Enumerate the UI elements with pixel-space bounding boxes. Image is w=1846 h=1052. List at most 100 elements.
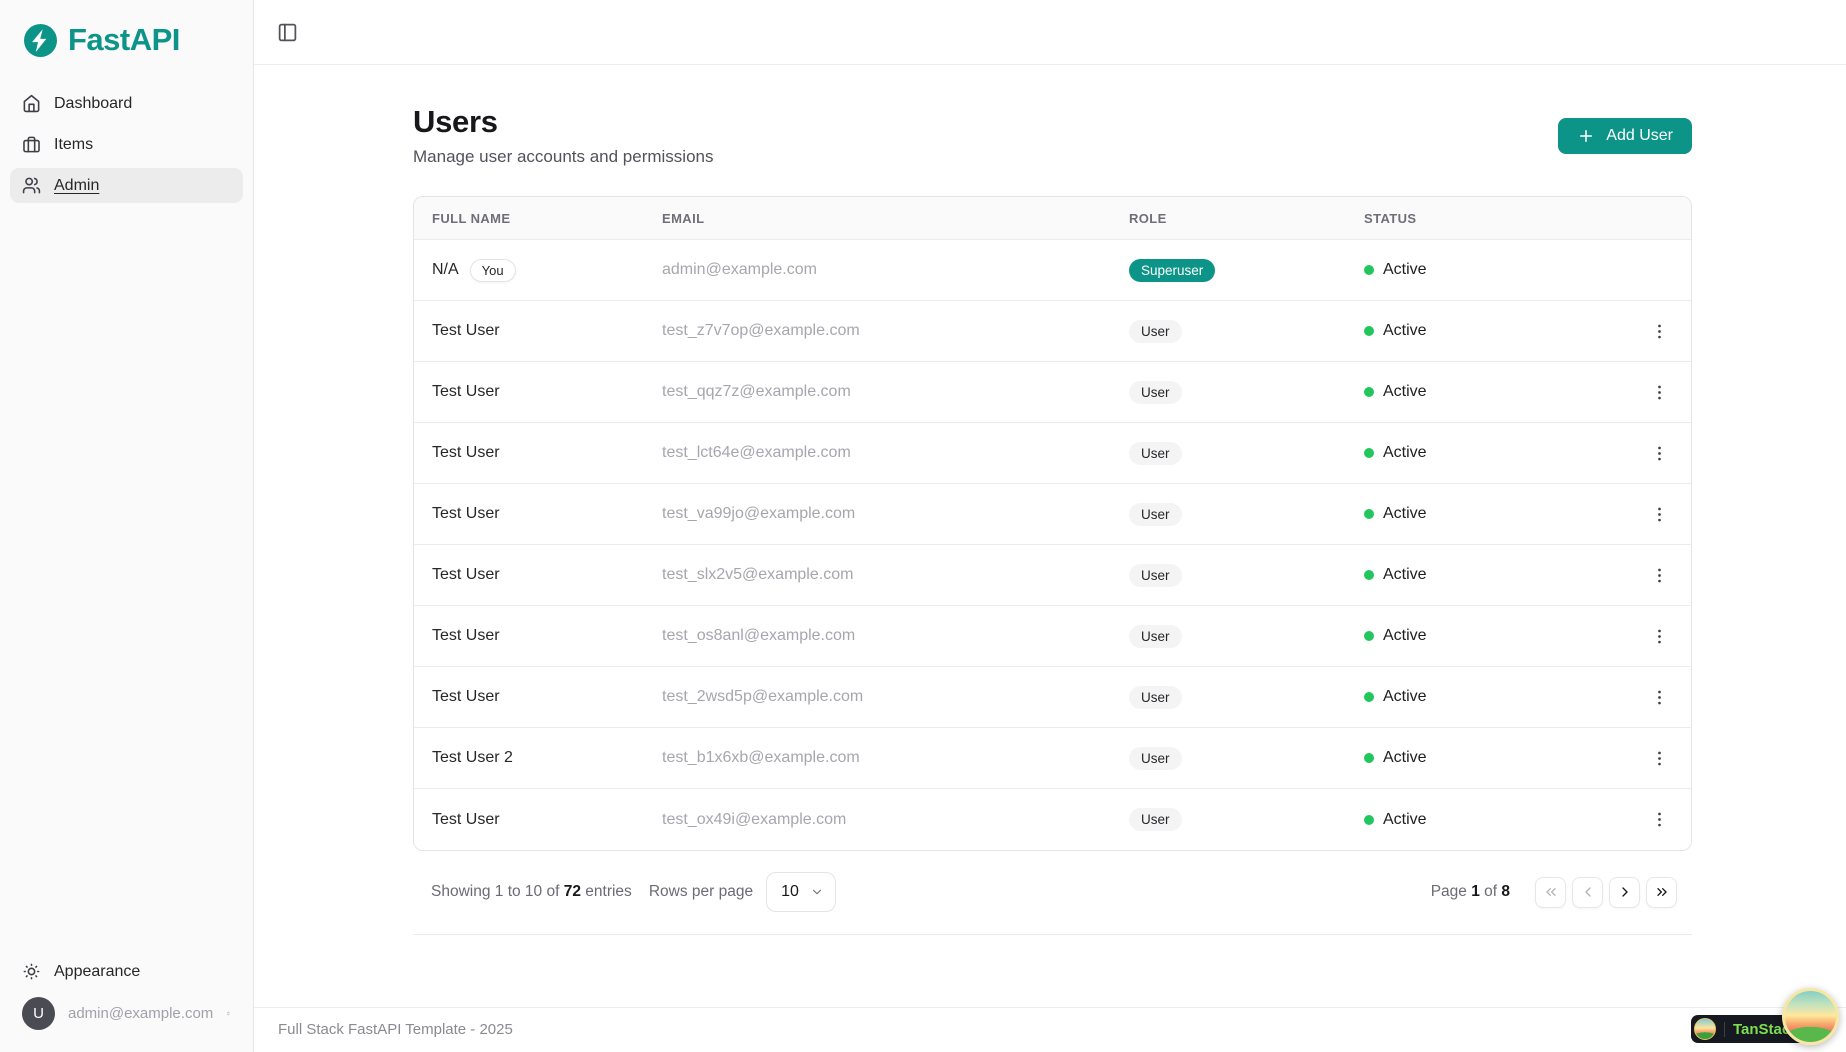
row-actions-button[interactable] <box>1646 379 1673 406</box>
section-divider <box>413 934 1692 935</box>
ellipsis-vertical-icon <box>1650 444 1669 463</box>
cell-actions <box>1641 806 1691 833</box>
ellipsis-vertical-icon <box>1650 810 1669 829</box>
role-badge: User <box>1129 381 1182 404</box>
previous-page-button[interactable] <box>1572 877 1603 908</box>
content: Users Manage user accounts and permissio… <box>254 65 1846 935</box>
cell-role: User <box>1129 686 1364 709</box>
app-root: FastAPI Dashboard Items Admin Appearance <box>0 0 1846 1052</box>
column-header-email: EMAIL <box>662 211 1129 226</box>
footer-text: Full Stack FastAPI Template - 2025 <box>278 1021 513 1038</box>
cell-full-name: Test User <box>432 322 662 340</box>
rows-per-page-value: 10 <box>781 883 799 901</box>
chevron-down-icon <box>810 885 824 899</box>
row-actions-button[interactable] <box>1646 440 1673 467</box>
you-badge: You <box>470 259 516 282</box>
status-dot-icon <box>1364 448 1374 458</box>
rows-per-page-select[interactable]: 10 <box>766 872 836 912</box>
row-actions-button[interactable] <box>1646 501 1673 528</box>
row-actions-button[interactable] <box>1646 562 1673 589</box>
role-badge: User <box>1129 686 1182 709</box>
cell-actions <box>1641 501 1691 528</box>
chevrons-right-icon <box>1654 884 1670 900</box>
status-label: Active <box>1383 627 1427 645</box>
appearance-label: Appearance <box>54 963 140 981</box>
column-header-full-name: FULL NAME <box>432 211 662 226</box>
status-label: Active <box>1383 566 1427 584</box>
cell-email: test_2wsd5p@example.com <box>662 688 1129 706</box>
tanstack-devtools-toggle[interactable] <box>1782 988 1839 1045</box>
chevrons-left-icon <box>1543 884 1559 900</box>
status-dot-icon <box>1364 570 1374 580</box>
fastapi-logo-icon <box>24 24 57 57</box>
last-page-button[interactable] <box>1646 877 1677 908</box>
row-actions-button[interactable] <box>1646 745 1673 772</box>
table-row: Test User test_slx2v5@example.com User A… <box>414 545 1691 606</box>
status-dot-icon <box>1364 326 1374 336</box>
cell-role: Superuser <box>1129 259 1364 282</box>
cell-email: test_ox49i@example.com <box>662 811 1129 829</box>
cell-role: User <box>1129 320 1364 343</box>
cell-full-name: Test User <box>432 505 662 523</box>
add-user-label: Add User <box>1606 127 1673 145</box>
sidebar-item-label: Admin <box>54 177 99 195</box>
sidebar-toggle-button[interactable] <box>275 20 300 45</box>
status-label: Active <box>1383 688 1427 706</box>
sidebar-item-dashboard[interactable]: Dashboard <box>10 86 243 121</box>
users-table: FULL NAME EMAIL ROLE STATUS N/A You admi… <box>413 196 1692 851</box>
table-row: Test User 2 test_b1x6xb@example.com User… <box>414 728 1691 789</box>
row-actions-button[interactable] <box>1646 318 1673 345</box>
role-badge: User <box>1129 442 1182 465</box>
first-page-button[interactable] <box>1535 877 1566 908</box>
showing-entries-text: Showing 1 to 10 of 72 entries <box>431 883 632 901</box>
cell-full-name: Test User 2 <box>432 749 662 767</box>
sidebar-item-admin[interactable]: Admin <box>10 168 243 203</box>
row-actions-button[interactable] <box>1646 806 1673 833</box>
cell-role: User <box>1129 564 1364 587</box>
cell-role: User <box>1129 747 1364 770</box>
cell-role: User <box>1129 808 1364 831</box>
add-user-button[interactable]: Add User <box>1558 118 1692 154</box>
cell-status: Active <box>1364 811 1641 829</box>
topbar <box>254 0 1846 65</box>
next-page-button[interactable] <box>1609 877 1640 908</box>
appearance-toggle[interactable]: Appearance <box>10 954 243 989</box>
cell-full-name: Test User <box>432 444 662 462</box>
role-badge: User <box>1129 808 1182 831</box>
total-entries: 72 <box>564 883 581 900</box>
column-header-status: STATUS <box>1364 211 1641 226</box>
status-dot-icon <box>1364 692 1374 702</box>
user-full-name: Test User <box>432 688 500 706</box>
status-dot-icon <box>1364 509 1374 519</box>
table-header-row: FULL NAME EMAIL ROLE STATUS <box>414 197 1691 240</box>
cell-role: User <box>1129 503 1364 526</box>
tanstack-logo-icon <box>1694 1018 1716 1040</box>
page-footer: Full Stack FastAPI Template - 2025 <box>254 1007 1846 1052</box>
cell-status: Active <box>1364 322 1641 340</box>
row-actions-button[interactable] <box>1646 684 1673 711</box>
cell-status: Active <box>1364 383 1641 401</box>
status-dot-icon <box>1364 387 1374 397</box>
ellipsis-vertical-icon <box>1650 749 1669 768</box>
briefcase-icon <box>22 135 41 154</box>
main-area: Users Manage user accounts and permissio… <box>254 0 1846 1052</box>
tanstack-devtools: TanStack <box>1691 988 1839 1045</box>
sidebar-item-items[interactable]: Items <box>10 127 243 162</box>
user-full-name: Test User <box>432 322 500 340</box>
chevrons-up-down-icon <box>226 1005 231 1022</box>
cell-role: User <box>1129 442 1364 465</box>
user-full-name: Test User <box>432 444 500 462</box>
user-full-name: N/A <box>432 261 459 279</box>
role-badge: User <box>1129 564 1182 587</box>
status-label: Active <box>1383 444 1427 462</box>
cell-full-name: Test User <box>432 688 662 706</box>
user-menu[interactable]: U admin@example.com <box>10 989 243 1040</box>
cell-full-name: Test User <box>432 566 662 584</box>
cell-status: Active <box>1364 688 1641 706</box>
status-label: Active <box>1383 749 1427 767</box>
sidebar-item-label: Items <box>54 136 93 154</box>
total-pages: 8 <box>1501 883 1510 900</box>
cell-email: admin@example.com <box>662 261 1129 279</box>
row-actions-button[interactable] <box>1646 623 1673 650</box>
chevron-left-icon <box>1580 884 1596 900</box>
